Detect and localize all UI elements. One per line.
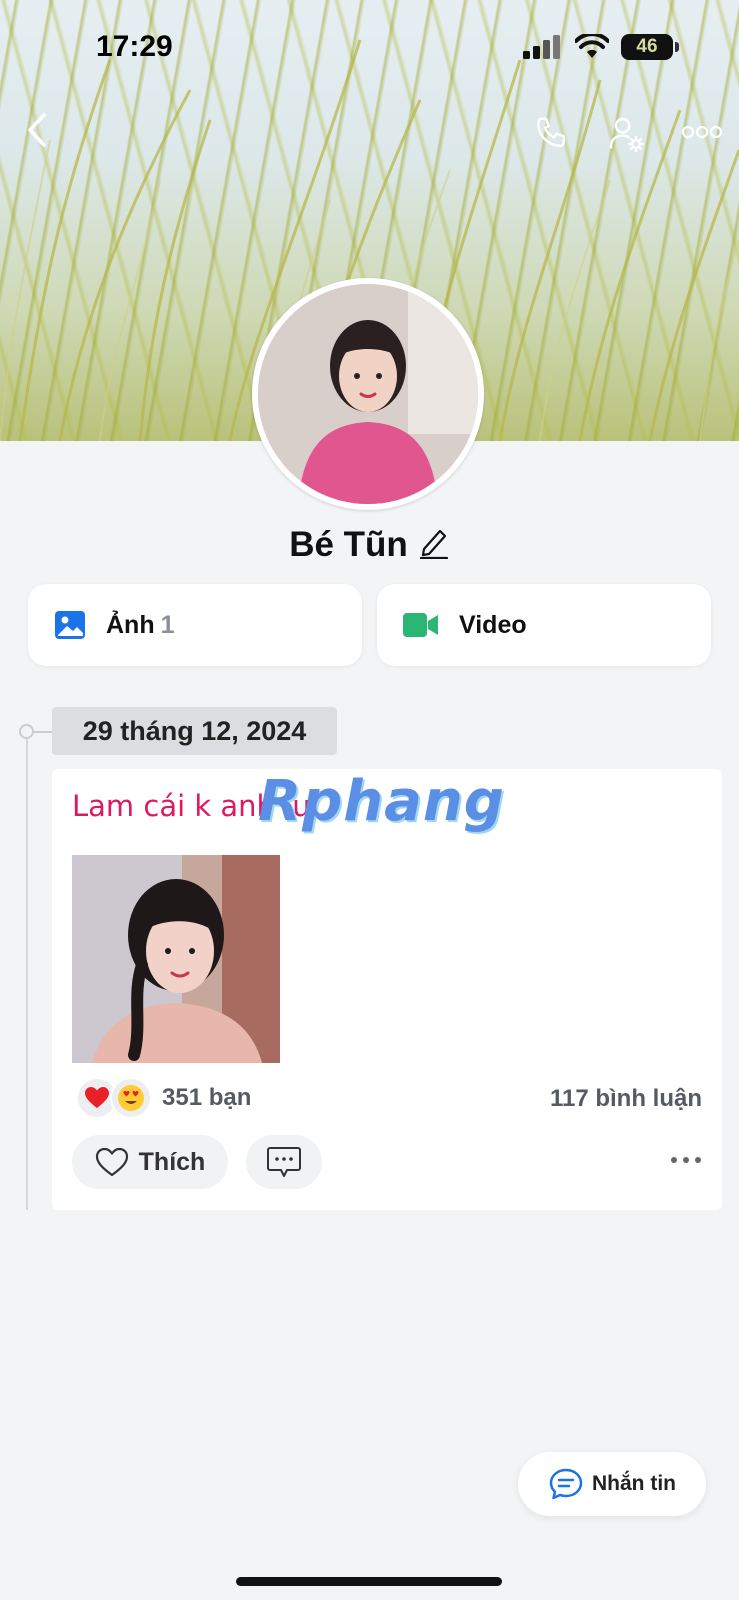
- post-photo[interactable]: [72, 855, 280, 1063]
- photos-label: Ảnh: [106, 610, 155, 639]
- profile-settings-button[interactable]: [606, 114, 646, 159]
- battery-indicator: 46: [621, 34, 679, 60]
- send-message-label: Nhắn tin: [592, 1472, 676, 1495]
- edit-name-button[interactable]: [418, 525, 450, 568]
- watermark-logo: Rphang: [258, 769, 505, 834]
- profile-avatar[interactable]: [252, 278, 484, 510]
- photos-button[interactable]: Ảnh 1: [28, 584, 362, 666]
- status-icons: 46: [523, 34, 679, 60]
- timeline-line: [26, 732, 28, 1210]
- home-indicator[interactable]: [236, 1577, 502, 1586]
- reaction-summary[interactable]: 351 bạn: [76, 1077, 251, 1119]
- like-button[interactable]: Thích: [72, 1135, 228, 1189]
- heart-eyes-reaction-icon: [110, 1077, 152, 1119]
- phone-icon: [537, 117, 565, 147]
- timeline-date: 29 tháng 12, 2024: [52, 707, 337, 755]
- avatar-photo: [258, 284, 478, 504]
- post-card[interactable]: Lam cái k anh iu Rphang 351 bạn 117 bình…: [52, 769, 722, 1210]
- timeline-dot: [19, 724, 34, 739]
- comment-icon: [267, 1147, 301, 1177]
- pencil-icon: [419, 530, 448, 560]
- heart-outline-icon: [95, 1147, 128, 1177]
- user-settings-icon: [609, 117, 645, 153]
- more-horizontal-icon: [681, 125, 723, 139]
- post-more-button[interactable]: [670, 1151, 702, 1169]
- message-bubble-icon: [549, 1468, 583, 1500]
- wifi-icon: [575, 34, 609, 58]
- timeline-connector: [34, 731, 52, 733]
- photos-count: 1: [160, 610, 175, 639]
- back-button[interactable]: [26, 112, 48, 153]
- status-time: 17:29: [96, 30, 173, 63]
- video-label: Video: [459, 610, 527, 639]
- cellular-signal-icon: [523, 35, 560, 59]
- profile-name-row: Bé Tũn: [0, 525, 739, 568]
- call-button[interactable]: [532, 114, 570, 157]
- like-label: Thích: [138, 1147, 206, 1176]
- more-dots-icon: [671, 1157, 701, 1163]
- reaction-count: 351 bạn: [162, 1084, 252, 1111]
- comment-count[interactable]: 117 bình luận: [550, 1085, 702, 1113]
- chevron-left-icon: [28, 113, 46, 147]
- video-camera-icon: [403, 613, 438, 637]
- video-button[interactable]: Video: [377, 584, 711, 666]
- comment-button[interactable]: [246, 1135, 322, 1189]
- more-options-button[interactable]: [681, 124, 723, 145]
- battery-level: 46: [636, 36, 658, 57]
- photo-icon: [55, 611, 85, 639]
- send-message-button[interactable]: Nhắn tin: [518, 1452, 706, 1516]
- watermark-text: Rphang: [258, 769, 505, 834]
- profile-name: Bé Tũn: [289, 525, 408, 564]
